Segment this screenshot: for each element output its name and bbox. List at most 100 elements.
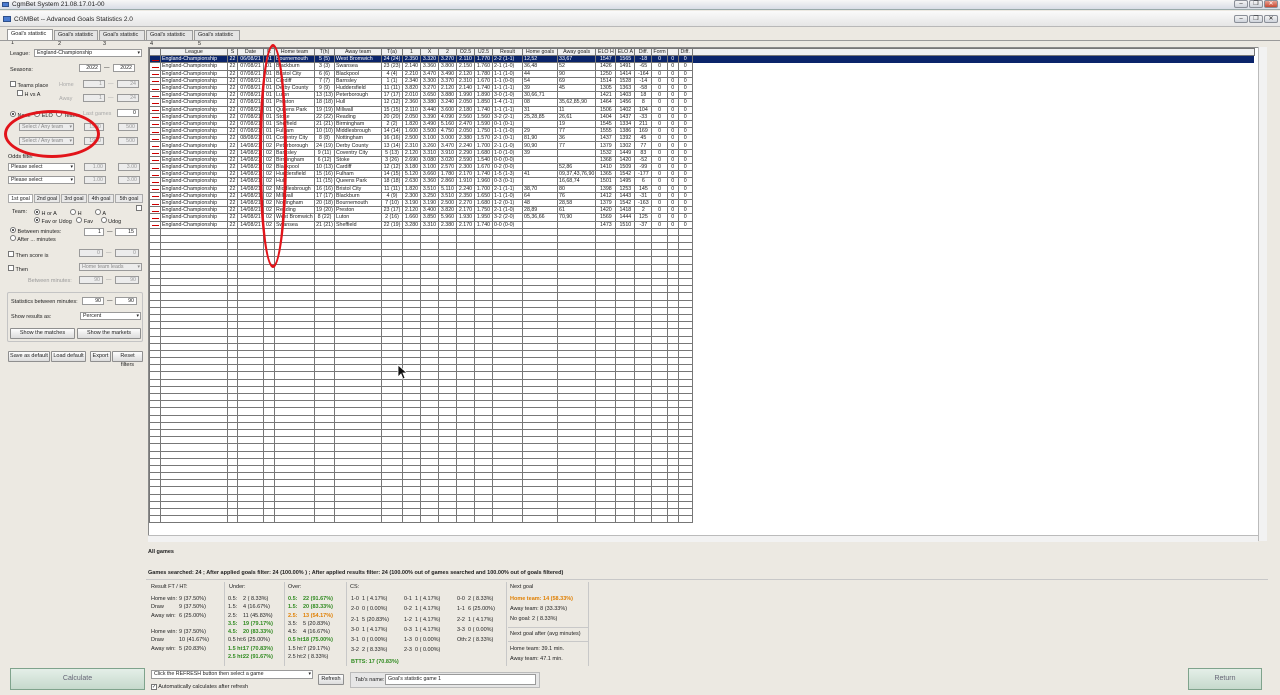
table-row[interactable]: England-Championship 22 14/08/21 02 Reading 1… bbox=[149, 206, 1255, 215]
goal-enable-checkbox[interactable] bbox=[136, 205, 142, 211]
table-row[interactable]: England-Championship 22 14/08/21 02 Peterbor… bbox=[149, 141, 1255, 150]
home-place-to[interactable]: 24 bbox=[117, 80, 139, 88]
column-header[interactable]: Form bbox=[651, 48, 668, 57]
stats-to-input[interactable]: 90 bbox=[115, 297, 137, 305]
radio-fav[interactable] bbox=[76, 217, 83, 223]
column-header[interactable]: Diff. bbox=[677, 48, 693, 57]
elo-to-2[interactable]: 500 bbox=[118, 137, 138, 145]
table-row[interactable]: England-Championship 22 14/08/21 02 Swansea 2… bbox=[149, 220, 1255, 229]
column-header[interactable]: T(h) bbox=[314, 48, 335, 57]
league-select[interactable]: England-Championship ▾ bbox=[34, 49, 142, 57]
column-header[interactable]: Away team bbox=[334, 48, 382, 57]
table-row[interactable]: England-Championship 22 07/08/21 01 Blackbur… bbox=[149, 62, 1255, 71]
auto-calc-checkbox[interactable]: ✓ bbox=[151, 684, 157, 690]
table-row[interactable]: England-Championship 22 07/08/21 01 Luton 13 … bbox=[149, 91, 1255, 100]
last-games-input[interactable]: 0 bbox=[117, 109, 139, 117]
hva-checkbox[interactable] bbox=[17, 90, 23, 96]
score-from-input[interactable]: 0 bbox=[79, 249, 103, 257]
column-header[interactable]: Date bbox=[237, 48, 264, 57]
maximize-icon[interactable]: ❐ bbox=[1249, 0, 1263, 8]
tab-goals-statistic-2[interactable]: Goal's statistic 2 bbox=[54, 30, 98, 47]
table-row[interactable]: England-Championship 22 07/08/21 01 Cardiff 7… bbox=[149, 76, 1255, 85]
radio-fav-or-udog[interactable] bbox=[34, 217, 40, 223]
column-header[interactable]: U2.5 bbox=[474, 48, 493, 57]
column-header[interactable]: Home goals bbox=[522, 48, 558, 57]
radio-udog[interactable] bbox=[100, 217, 107, 223]
odds-to-2[interactable]: 3.00 bbox=[118, 176, 140, 184]
odds-select-2[interactable]: Please select ▾ bbox=[8, 176, 75, 184]
table-row[interactable]: England-Championship 22 07/08/21 01 Sheffiel… bbox=[149, 119, 1255, 129]
minutes-to-input[interactable]: 15 bbox=[115, 228, 137, 236]
minimize-icon[interactable]: – bbox=[1234, 0, 1248, 8]
column-header[interactable]: League bbox=[160, 48, 228, 57]
radio-between-minutes[interactable] bbox=[10, 227, 16, 233]
then-select[interactable]: Home team leads ▾ bbox=[79, 263, 142, 271]
radio-none[interactable] bbox=[10, 111, 16, 117]
show-markets-button[interactable]: Show the markets bbox=[77, 328, 141, 339]
calculate-button[interactable]: Calculate bbox=[10, 668, 145, 690]
tab-goals-statistic-4[interactable]: Goal's statistic 4 bbox=[146, 30, 193, 47]
refresh-button[interactable]: Refresh bbox=[318, 674, 344, 685]
column-header[interactable] bbox=[666, 48, 679, 57]
column-header[interactable]: ELO A bbox=[615, 48, 636, 57]
radio-h-or-a[interactable] bbox=[34, 209, 40, 215]
table-row[interactable]: England-Championship 22 14/08/21 02 Birmingh… bbox=[149, 155, 1255, 165]
return-button[interactable]: Return bbox=[1188, 668, 1262, 690]
table-row[interactable]: England-Championship 22 07/08/21 01 Fulham 10… bbox=[149, 127, 1255, 136]
close-icon[interactable]: ✕ bbox=[1264, 0, 1278, 8]
export-button[interactable]: Export bbox=[90, 351, 111, 362]
load-default-button[interactable]: Load default bbox=[51, 351, 86, 362]
table-row[interactable]: England-Championship 22 14/08/21 02 Barnsley… bbox=[149, 148, 1255, 157]
season-from-input[interactable]: 2022 bbox=[79, 64, 101, 72]
app-close-icon[interactable]: ✕ bbox=[1264, 15, 1278, 23]
odds-from-2[interactable]: 1.00 bbox=[84, 176, 106, 184]
elo-to-1[interactable]: 500 bbox=[118, 123, 138, 131]
score-to-input[interactable]: 0 bbox=[115, 249, 139, 257]
radio-a[interactable] bbox=[95, 209, 102, 215]
matches-grid[interactable]: League S Date R Home team T(h) Away team T(a) 1 X… bbox=[148, 47, 1265, 541]
reset-filters-button[interactable]: Reset filters bbox=[112, 351, 143, 368]
tab-name-input[interactable]: Goal's statistic game 1 bbox=[385, 674, 536, 685]
odds-to-1[interactable]: 3.00 bbox=[118, 163, 140, 171]
column-header[interactable]: Result bbox=[492, 48, 523, 57]
then-checkbox[interactable] bbox=[8, 265, 14, 271]
table-row[interactable]: England-Championship 22 08/08/21 01 Coventry… bbox=[149, 134, 1255, 143]
tab-2nd-goal[interactable]: 2nd goal bbox=[34, 194, 60, 203]
season-to-input[interactable]: 2022 bbox=[113, 64, 135, 72]
then-score-checkbox[interactable] bbox=[8, 251, 14, 257]
column-header[interactable]: Home team bbox=[274, 48, 315, 57]
app-maximize-icon[interactable]: ❐ bbox=[1249, 15, 1263, 23]
radio-after-minutes[interactable] bbox=[10, 235, 16, 241]
tab-3rd-goal[interactable]: 3rd goal bbox=[61, 194, 87, 203]
column-header[interactable]: X bbox=[420, 48, 439, 57]
tab-goals-statistic-5[interactable]: Goal's statistic 5 bbox=[194, 30, 240, 47]
table-row[interactable]: England-Championship 22 07/08/21 01 Derby Co… bbox=[149, 83, 1255, 93]
save-default-button[interactable]: Save as default bbox=[8, 351, 50, 362]
horizontal-scrollbar[interactable] bbox=[148, 535, 1258, 542]
home-place-from[interactable]: 1 bbox=[83, 80, 105, 88]
table-row[interactable]: England-Championship 22 14/08/21 02 Huddersf… bbox=[149, 170, 1255, 179]
table-row[interactable]: England-Championship 22 14/08/21 02 Hull 11 (… bbox=[149, 177, 1255, 186]
table-row[interactable]: England-Championship 22 14/08/21 02 Blackpoo… bbox=[149, 162, 1255, 172]
away-place-from[interactable]: 1 bbox=[83, 94, 105, 102]
table-row[interactable]: England-Championship 22 07/08/21 01 Preston 1… bbox=[149, 98, 1255, 107]
stats-from-input[interactable]: 90 bbox=[82, 297, 104, 305]
column-header[interactable]: ELO H bbox=[595, 48, 617, 57]
minutes-from-input[interactable]: 1 bbox=[84, 228, 104, 236]
tab-4th-goal[interactable]: 4th goal bbox=[88, 194, 114, 203]
odds-select-1[interactable]: Please select ▾ bbox=[8, 163, 75, 171]
column-header[interactable]: T(a) bbox=[381, 48, 403, 57]
column-header[interactable]: 2 bbox=[438, 48, 457, 57]
table-row[interactable]: England-Championship 22 07/08/21 01 Stoke 22 … bbox=[149, 112, 1255, 121]
vertical-scrollbar[interactable] bbox=[1258, 47, 1267, 541]
tab-1st-goal[interactable]: 1st goal bbox=[8, 194, 33, 203]
table-row[interactable]: England-Championship 22 14/08/21 02 Millwall… bbox=[149, 191, 1255, 200]
tab-5th-goal[interactable]: 5th goal bbox=[115, 194, 143, 203]
table-row[interactable]: England-Championship 22 06/08/21 01 Bournemo… bbox=[149, 55, 1255, 64]
column-header[interactable]: 1 bbox=[402, 48, 421, 57]
radio-h[interactable] bbox=[70, 209, 77, 215]
column-header[interactable]: S bbox=[227, 48, 238, 57]
show-results-select[interactable]: Percent ▾ bbox=[80, 312, 141, 320]
table-row[interactable]: England-Championship 22 14/08/21 02 Nottingh… bbox=[149, 198, 1255, 208]
odds-from-1[interactable]: 1.00 bbox=[84, 163, 106, 171]
